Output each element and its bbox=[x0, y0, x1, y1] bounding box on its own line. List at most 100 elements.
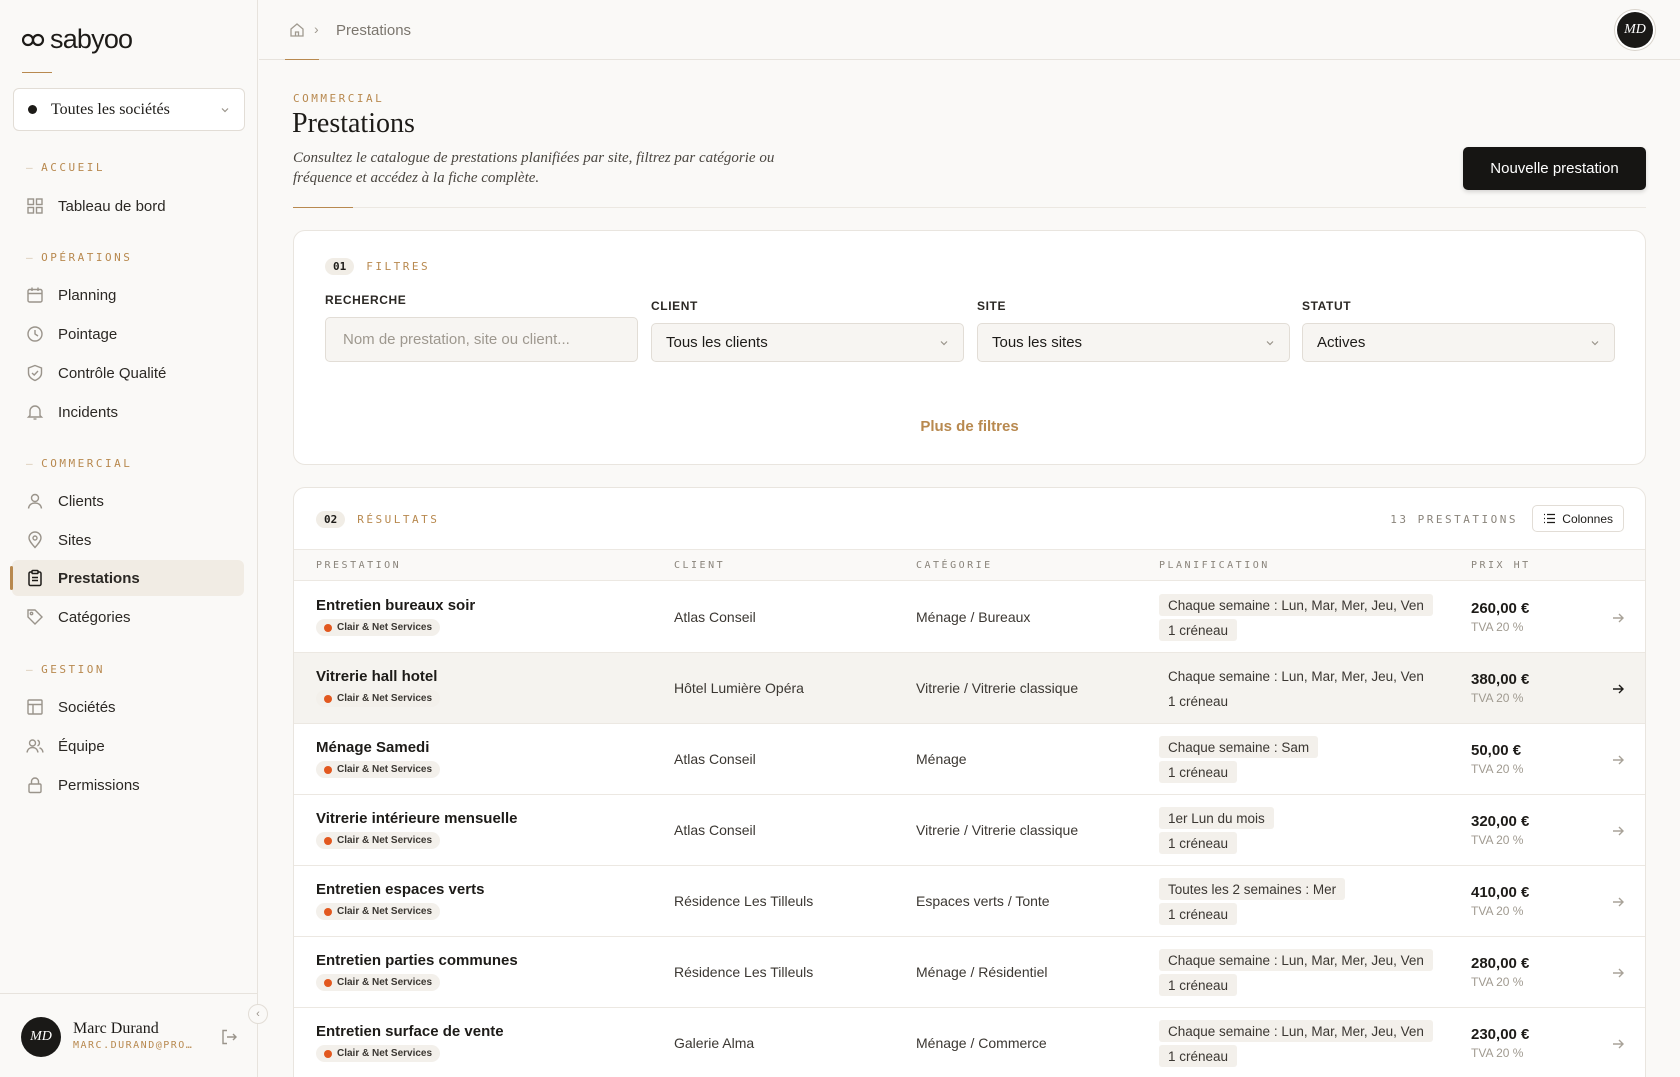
column-header-prestation[interactable]: PRESTATION bbox=[316, 560, 401, 571]
nav-item-team[interactable]: Équipe bbox=[12, 728, 244, 764]
search-placeholder: Nom de prestation, site ou client... bbox=[343, 331, 570, 348]
columns-button[interactable]: Colonnes bbox=[1532, 505, 1624, 532]
nav-item-quality-control[interactable]: Contrôle Qualité bbox=[12, 355, 244, 391]
category-cell: Ménage / Commerce bbox=[916, 1035, 1047, 1051]
more-filters-link[interactable]: Plus de filtres bbox=[294, 418, 1645, 435]
prestation-name[interactable]: Entretien surface de vente bbox=[316, 1023, 504, 1040]
prestation-name[interactable]: Entretien bureaux soir bbox=[316, 597, 475, 614]
vat-label: TVA 20 % bbox=[1471, 904, 1524, 918]
bell-icon bbox=[26, 405, 44, 420]
client-filter-label: CLIENT bbox=[651, 299, 698, 313]
building-icon bbox=[27, 699, 43, 715]
nav-section-operations: — OPÉRATIONS bbox=[26, 251, 133, 264]
lock-icon bbox=[28, 777, 42, 794]
prestation-name[interactable]: Ménage Samedi bbox=[316, 739, 429, 756]
arrow-right-icon[interactable] bbox=[1611, 611, 1625, 625]
nav-item-companies[interactable]: Sociétés bbox=[12, 689, 244, 725]
status-filter-select[interactable]: Actives bbox=[1302, 323, 1615, 362]
schedule-pill: Chaque semaine : Lun, Mar, Mer, Jeu, Ven bbox=[1168, 668, 1424, 684]
header-divider-accent bbox=[293, 207, 353, 208]
price-value: 230,00 € bbox=[1471, 1026, 1530, 1043]
column-header-category[interactable]: CATÉGORIE bbox=[916, 560, 993, 571]
vat-label: TVA 20 % bbox=[1471, 691, 1524, 705]
category-cell: Vitrerie / Vitrerie classique bbox=[916, 822, 1079, 838]
prestation-name[interactable]: Vitrerie hall hotel bbox=[316, 668, 437, 685]
company-tag-label: Clair & Net Services bbox=[337, 906, 433, 917]
column-header-client[interactable]: CLIENT bbox=[674, 560, 725, 571]
user-profile: MD Marc Durand MARC.DURAND@PRO… bbox=[0, 993, 258, 1077]
brand-logo[interactable]: sabyoo bbox=[22, 24, 133, 55]
prestation-name[interactable]: Entretien parties communes bbox=[316, 952, 518, 969]
company-selector-label: Toutes les sociétés bbox=[51, 100, 170, 118]
nav-item-label: Sociétés bbox=[58, 698, 116, 716]
column-header-planning[interactable]: PLANIFICATION bbox=[1159, 560, 1270, 571]
nav-item-label: Permissions bbox=[58, 776, 140, 794]
nav-item-incidents[interactable]: Incidents bbox=[12, 394, 244, 430]
table-row[interactable]: Entretien espaces verts Clair & Net Servi… bbox=[294, 866, 1645, 937]
client-filter-select[interactable]: Tous les clients bbox=[651, 323, 964, 362]
nav-item-categories[interactable]: Catégories bbox=[12, 599, 244, 635]
results-card: 02 RÉSULTATS 13 PRESTATIONS Colonnes PRE… bbox=[293, 487, 1646, 1077]
company-selector[interactable]: Toutes les sociétés bbox=[13, 88, 245, 131]
search-input[interactable]: Nom de prestation, site ou client... bbox=[325, 317, 638, 362]
arrow-right-icon[interactable] bbox=[1611, 824, 1625, 838]
nav-item-permissions[interactable]: Permissions bbox=[12, 767, 244, 803]
schedule-pill: 1er Lun du mois bbox=[1159, 807, 1274, 829]
nav-item-sites[interactable]: Sites bbox=[12, 522, 244, 558]
arrow-right-icon[interactable] bbox=[1611, 682, 1625, 696]
nav-item-pointage[interactable]: Pointage bbox=[12, 316, 244, 352]
sidebar-collapse-button[interactable]: ‹ bbox=[248, 1004, 268, 1024]
nav-section-accueil: — ACCUEIL bbox=[26, 161, 105, 174]
nav-item-label: Planning bbox=[58, 286, 117, 304]
client-cell: Atlas Conseil bbox=[674, 609, 756, 625]
company-tag: Clair & Net Services bbox=[316, 1045, 441, 1062]
company-dot-icon bbox=[324, 765, 332, 774]
company-tag: Clair & Net Services bbox=[316, 832, 441, 849]
site-filter-select[interactable]: Tous les sites bbox=[977, 323, 1290, 362]
arrow-right-icon[interactable] bbox=[1611, 1037, 1625, 1051]
prestation-name[interactable]: Entretien espaces verts bbox=[316, 881, 484, 898]
nav-item-label: Contrôle Qualité bbox=[58, 364, 167, 382]
table-row[interactable]: Entretien surface de vente Clair & Net Se… bbox=[294, 1008, 1645, 1077]
arrow-right-icon[interactable] bbox=[1611, 966, 1625, 980]
table-row[interactable]: Entretien parties communes Clair & Net Se… bbox=[294, 937, 1645, 1008]
dashboard-icon bbox=[27, 198, 43, 214]
clock-icon bbox=[27, 326, 43, 342]
price-value: 410,00 € bbox=[1471, 884, 1530, 901]
company-dot-icon bbox=[324, 836, 332, 845]
header-divider bbox=[293, 207, 1646, 208]
company-dot-icon bbox=[324, 623, 332, 632]
schedule-pill: Chaque semaine : Sam bbox=[1159, 736, 1319, 758]
nav-item-planning[interactable]: Planning bbox=[12, 277, 244, 313]
slots-pill: 1 créneau bbox=[1168, 693, 1229, 709]
table-row[interactable]: Vitrerie intérieure mensuelle Clair & Net… bbox=[294, 795, 1645, 866]
page-description: Consultez le catalogue de prestations pl… bbox=[293, 150, 775, 186]
nav-item-clients[interactable]: Clients bbox=[12, 483, 244, 519]
avatar[interactable]: MD bbox=[1617, 12, 1653, 48]
step-badge: 02 bbox=[316, 511, 346, 528]
home-icon[interactable] bbox=[289, 22, 305, 38]
client-cell: Résidence Les Tilleuls bbox=[674, 893, 814, 909]
arrow-right-icon[interactable] bbox=[1611, 895, 1625, 909]
nav-item-dashboard[interactable]: Tableau de bord bbox=[12, 188, 244, 224]
new-prestation-button[interactable]: Nouvelle prestation bbox=[1463, 147, 1646, 190]
vat-label: TVA 20 % bbox=[1471, 833, 1524, 847]
column-header-price[interactable]: PRIX HT bbox=[1471, 560, 1531, 571]
topbar: › Prestations MD bbox=[259, 0, 1680, 60]
prestation-name[interactable]: Vitrerie intérieure mensuelle bbox=[316, 810, 517, 827]
schedule-pill: Chaque semaine : Lun, Mar, Mer, Jeu, Ven bbox=[1159, 1020, 1433, 1042]
company-tag-label: Clair & Net Services bbox=[337, 977, 433, 988]
table-row[interactable]: Ménage Samedi Clair & Net Services Atlas C… bbox=[294, 724, 1645, 795]
company-dot-icon bbox=[324, 1049, 332, 1058]
user-name: Marc Durand bbox=[73, 1020, 159, 1037]
logout-icon[interactable] bbox=[220, 1028, 238, 1046]
company-tag-label: Clair & Net Services bbox=[337, 622, 433, 633]
nav-item-label: Incidents bbox=[58, 403, 119, 421]
table-row[interactable]: Vitrerie hall hotel Clair & Net Services H… bbox=[294, 653, 1645, 724]
avatar[interactable]: MD bbox=[21, 1017, 61, 1057]
vat-label: TVA 20 % bbox=[1471, 620, 1524, 634]
nav-item-prestations[interactable]: Prestations bbox=[10, 560, 244, 596]
table-row[interactable]: Entretien bureaux soir Clair & Net Servic… bbox=[294, 582, 1645, 653]
arrow-right-icon[interactable] bbox=[1611, 753, 1625, 767]
company-dot-icon bbox=[324, 907, 332, 916]
